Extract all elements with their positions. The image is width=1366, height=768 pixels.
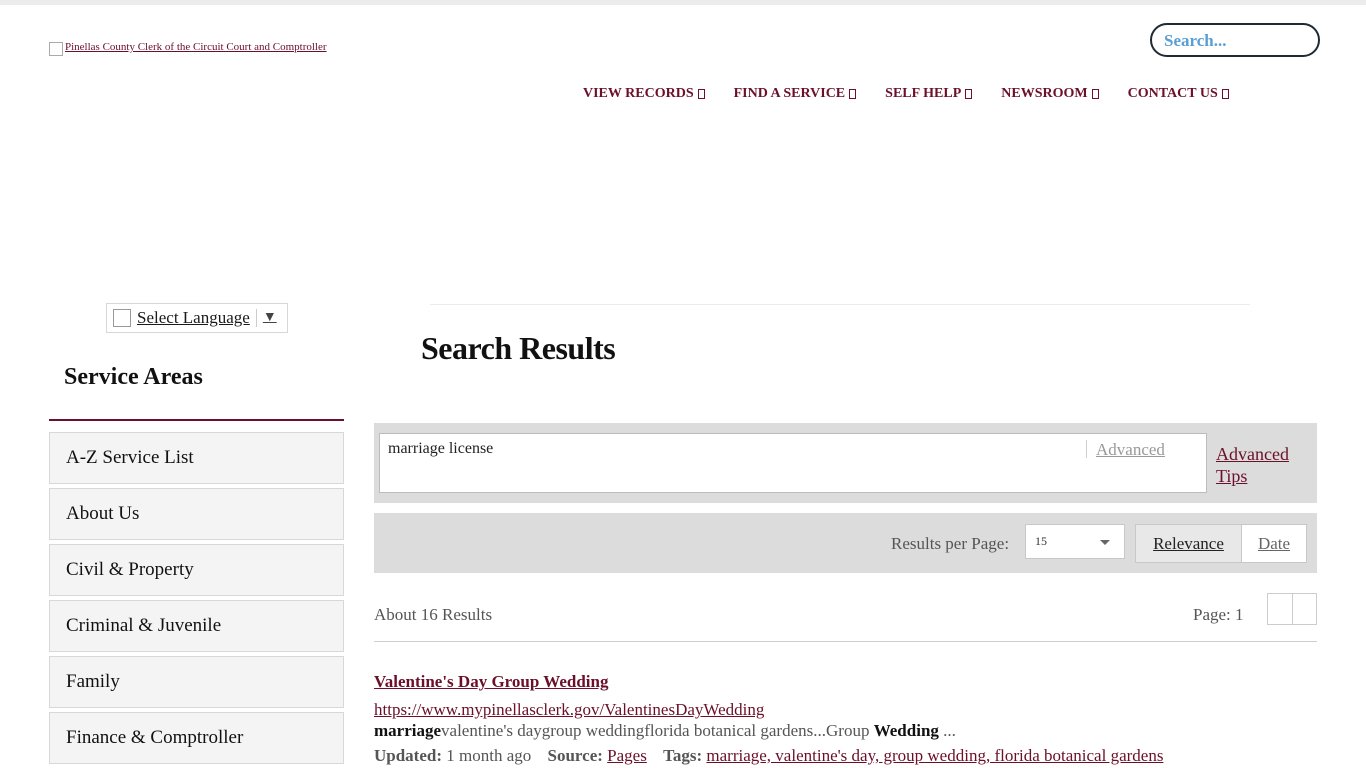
sidebar-item-a-z-service-list[interactable]: A-Z Service List xyxy=(49,432,344,484)
site-logo-link[interactable]: Pinellas County Clerk of the Circuit Cou… xyxy=(49,40,327,56)
page-indicator: Page: 1 xyxy=(1193,605,1244,624)
source-label: Source: xyxy=(547,746,603,765)
query-divider xyxy=(1086,440,1087,458)
result-title-link[interactable]: Valentine's Day Group Wedding xyxy=(374,672,1317,692)
snippet-highlight: marriage xyxy=(374,721,442,740)
chevron-down-icon: v xyxy=(1091,89,1099,99)
service-areas-divider xyxy=(49,419,344,421)
page-title: Search Results xyxy=(421,330,616,366)
language-divider xyxy=(255,309,257,327)
dropdown-arrow-icon[interactable]: ▼ xyxy=(263,310,277,326)
chevron-down-icon: v xyxy=(697,89,705,99)
query-panel: Advanced Advanced Tips xyxy=(374,423,1317,503)
advanced-tips-link[interactable]: Advanced Tips xyxy=(1216,443,1306,487)
source-link[interactable]: Pages xyxy=(607,746,647,765)
language-selector[interactable]: Select Language ▼ xyxy=(106,303,288,333)
query-box: Advanced xyxy=(379,433,1207,493)
results-per-page-label: Results per Page: xyxy=(891,534,1010,553)
chevron-down-icon: v xyxy=(849,89,857,99)
snippet-text: valentine's daygroup weddingflorida bota… xyxy=(441,721,874,740)
nav-label: FIND A SERVICE xyxy=(733,86,846,101)
chevron-down-icon: v xyxy=(1221,89,1229,99)
language-flag-icon xyxy=(113,309,131,327)
sidebar-item-criminal-juvenile[interactable]: Criminal & Juvenile xyxy=(49,600,344,652)
updated-label: Updated: xyxy=(374,746,443,765)
sidebar-item-civil-property[interactable]: Civil & Property xyxy=(49,544,344,596)
nav-label: NEWSROOM xyxy=(1001,86,1088,101)
pager-next-button[interactable] xyxy=(1291,594,1316,624)
result-snippet: marriagevalentine's daygroup weddingflor… xyxy=(374,720,1317,742)
nav-self-help[interactable]: SELF HELPv xyxy=(885,86,973,102)
sort-relevance-button[interactable]: Relevance xyxy=(1136,525,1242,562)
sidebar-item-finance-comptroller[interactable]: Finance & Comptroller xyxy=(49,712,344,764)
results-controls: Results per Page: 15 Relevance Date xyxy=(374,513,1317,573)
service-areas-title: Service Areas xyxy=(64,364,203,390)
nav-label: VIEW RECORDS xyxy=(583,86,694,101)
updated-value: 1 month ago xyxy=(446,746,532,765)
nav-newsroom[interactable]: NEWSROOMv xyxy=(1001,86,1099,102)
nav-view-records[interactable]: VIEW RECORDSv xyxy=(583,86,705,102)
site-search-input[interactable] xyxy=(1164,27,1314,55)
sidebar-item-about-us[interactable]: About Us xyxy=(49,488,344,540)
chevron-down-icon: v xyxy=(965,89,973,99)
results-per-page-value: 15 xyxy=(1035,534,1047,548)
nav-label: CONTACT US xyxy=(1127,86,1218,101)
advanced-search-button[interactable]: Advanced xyxy=(1096,440,1165,460)
nav-contact-us[interactable]: CONTACT USv xyxy=(1128,86,1229,102)
tags-label: Tags: xyxy=(663,746,703,765)
sidebar-item-family[interactable]: Family xyxy=(49,656,344,708)
sort-date-button[interactable]: Date xyxy=(1242,525,1306,562)
sort-toggle: Relevance Date xyxy=(1135,524,1307,563)
results-divider xyxy=(374,641,1317,642)
language-label[interactable]: Select Language xyxy=(137,308,250,328)
tags-links[interactable]: marriage, valentine's day, group wedding… xyxy=(706,746,1163,765)
service-areas-list: A-Z Service List About Us Civil & Proper… xyxy=(49,432,344,768)
results-per-page-select[interactable]: 15 xyxy=(1025,524,1125,559)
logo-alt-text: Pinellas County Clerk of the Circuit Cou… xyxy=(65,41,327,53)
main-navigation: VIEW RECORDSv FIND A SERVICEv SELF HELPv… xyxy=(583,86,1258,102)
title-divider xyxy=(430,304,1250,305)
pager-prev-button[interactable] xyxy=(1268,594,1292,624)
query-input[interactable] xyxy=(388,440,1068,458)
snippet-highlight: Wedding xyxy=(873,721,939,740)
snippet-text: ... xyxy=(938,721,956,740)
result-url-link[interactable]: https://www.mypinellasclerk.gov/Valentin… xyxy=(374,700,1317,720)
broken-image-icon xyxy=(49,42,63,56)
site-search[interactable] xyxy=(1150,23,1320,57)
result-count: About 16 Results xyxy=(374,605,493,624)
top-strip xyxy=(0,0,1366,5)
result-meta: Updated: 1 month ago Source: Pages Tags:… xyxy=(374,742,1317,768)
chevron-down-icon xyxy=(1100,540,1110,545)
search-result: Valentine's Day Group Wedding https://ww… xyxy=(374,672,1317,768)
pagination xyxy=(1267,593,1317,625)
nav-label: SELF HELP xyxy=(885,86,962,101)
nav-find-a-service[interactable]: FIND A SERVICEv xyxy=(734,86,857,102)
